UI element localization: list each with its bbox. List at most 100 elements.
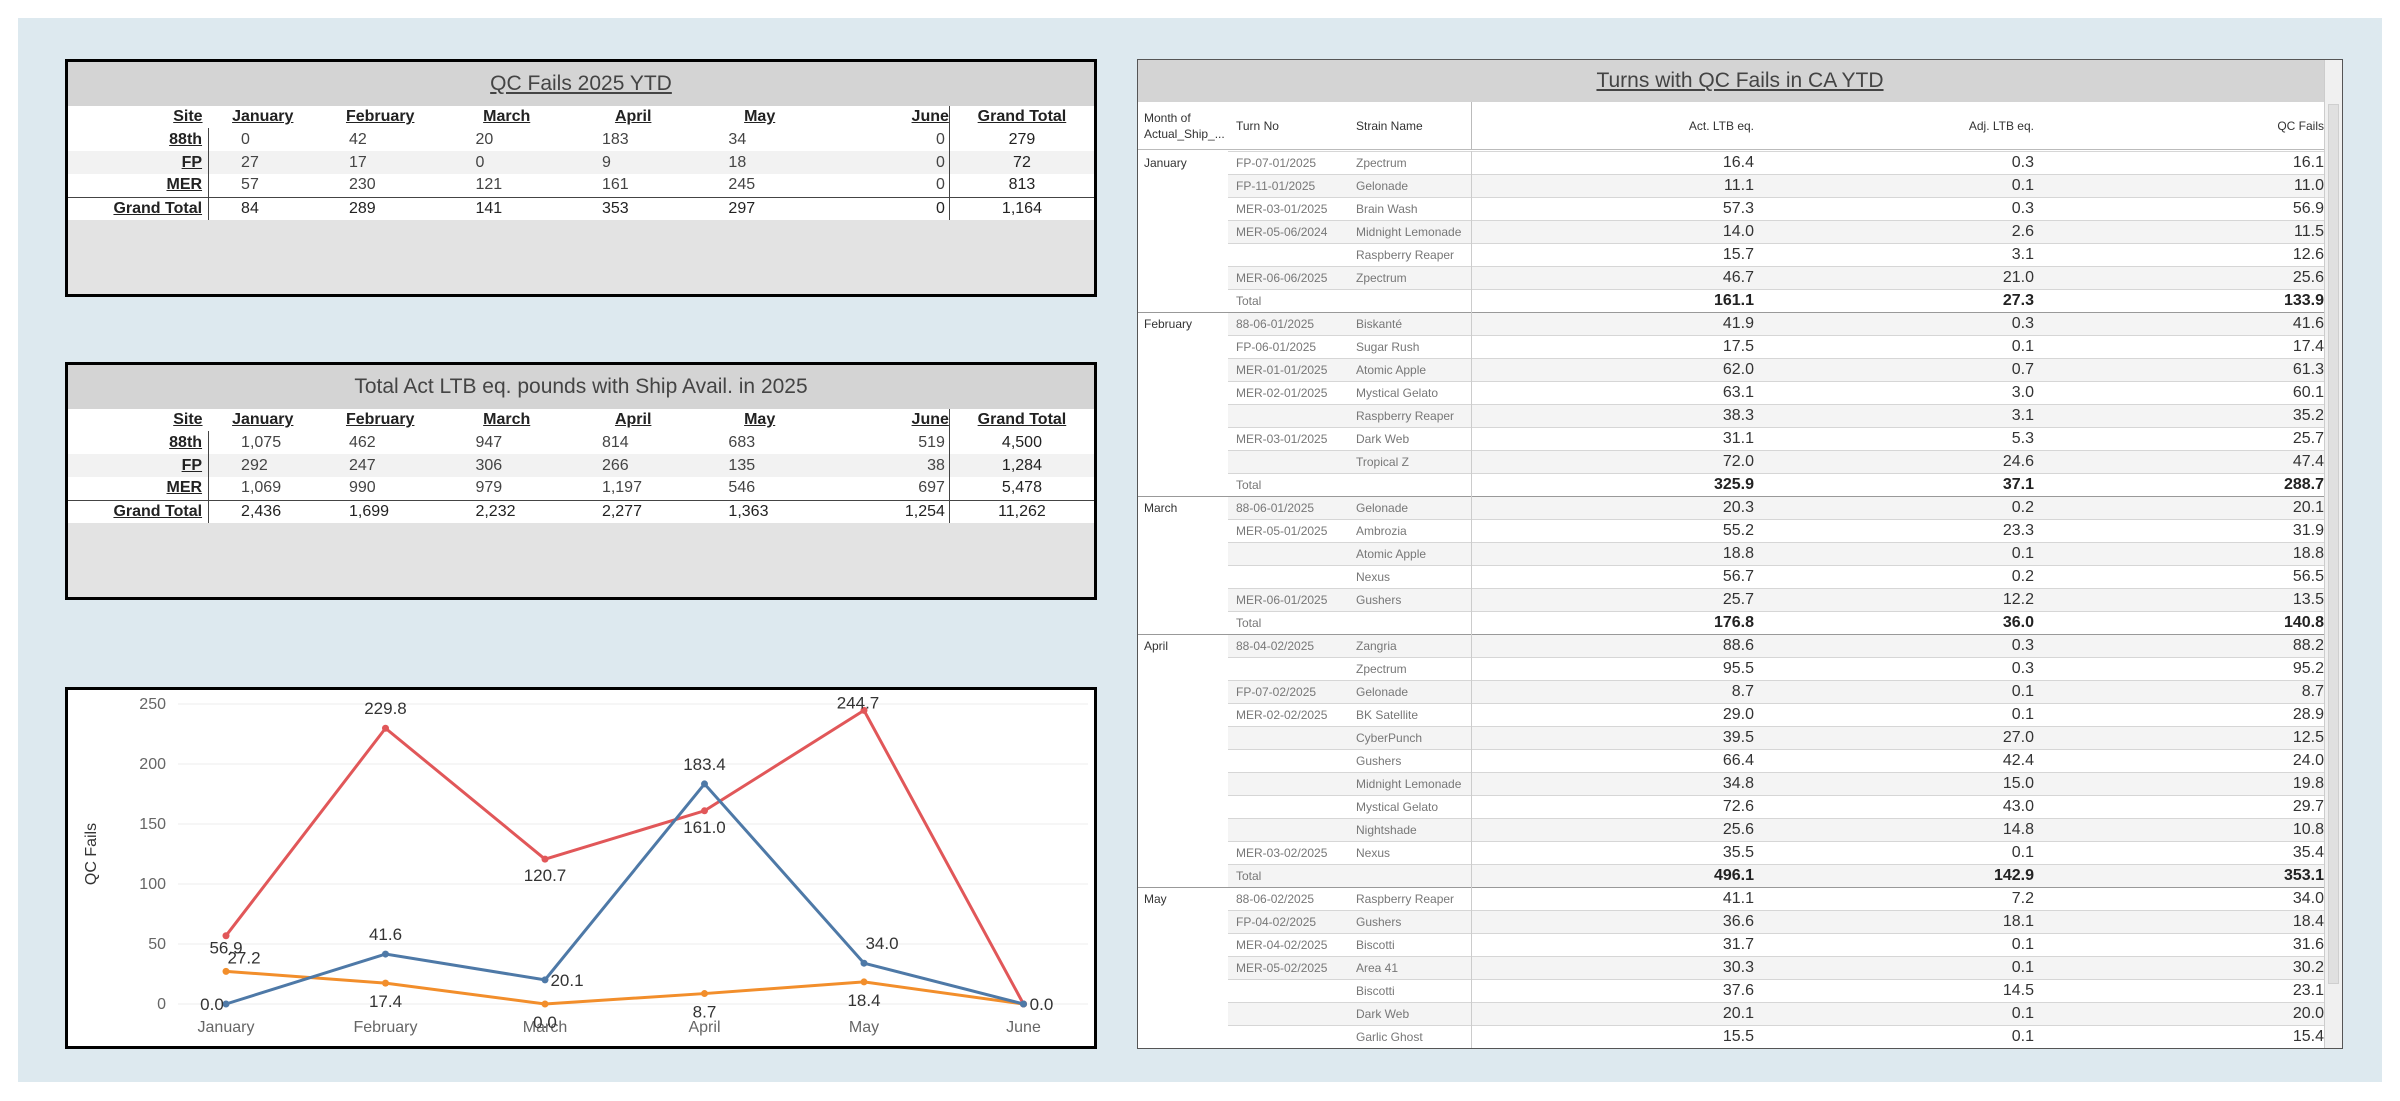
qc-cell[interactable]: 0 [823, 128, 949, 151]
turns-row[interactable]: Dark Web 20.1 0.1 20.0 [1138, 1002, 2326, 1025]
qc-cell[interactable]: 0 [822, 196, 950, 220]
turns-row[interactable]: March 88-06-01/2025 Gelonade 20.3 0.2 20.1 [1138, 496, 2326, 519]
ltb-cell[interactable]: 1,363 [696, 499, 823, 523]
turns-row[interactable]: FP-06-01/2025 Sugar Rush 17.5 0.1 17.4 [1138, 335, 2326, 358]
month-header[interactable]: Month of Actual_Ship_... [1144, 102, 1228, 150]
qc-cell[interactable]: 0 [822, 151, 950, 174]
qc-grand-total-cell[interactable]: 279 [948, 128, 1094, 151]
qc-site-label[interactable]: MER [68, 174, 210, 197]
turns-row[interactable]: Garlic Ghost 15.5 0.1 15.4 [1138, 1025, 2326, 1048]
ltb-cell[interactable]: 135 [696, 454, 823, 477]
ltb-cell[interactable]: 1,254 [822, 499, 950, 523]
qc-cell[interactable]: 0 [823, 174, 949, 197]
ltb-cell[interactable]: 2,277 [569, 499, 697, 523]
qc-site-label[interactable]: 88th [68, 128, 210, 151]
qc-cell[interactable]: 297 [696, 196, 823, 220]
turns-row[interactable]: MER-05-06/2024 Midnight Lemonade 14.0 2.6 11… [1138, 220, 2326, 243]
qc-cell[interactable]: 0 [443, 151, 570, 174]
qc-cell[interactable]: 245 [696, 174, 822, 197]
scrollbar-thumb[interactable] [2328, 104, 2339, 984]
qc-col-header[interactable]: March [443, 106, 569, 128]
qc-grand-total-cell[interactable]: 72 [948, 151, 1094, 174]
turns-row[interactable]: MER-04-02/2025 Biscotti 31.7 0.1 31.6 [1138, 933, 2326, 956]
qc-site-label[interactable]: Grand Total [68, 196, 210, 220]
ltb-grand-total-cell[interactable]: 4,500 [948, 431, 1094, 454]
ltb-col-header[interactable]: Grand Total [948, 409, 1094, 431]
turns-row[interactable]: Zpectrum 95.5 0.3 95.2 [1138, 657, 2326, 680]
ltb-col-header[interactable]: May [696, 409, 822, 431]
turns-row[interactable]: FP-11-01/2025 Gelonade 11.1 0.1 11.0 [1138, 174, 2326, 197]
qc-cell[interactable]: 183 [570, 128, 696, 151]
turns-row[interactable]: February 88-06-01/2025 Biskanté 41.9 0.3 41.6 [1138, 312, 2326, 335]
qc-col-header[interactable]: April [570, 106, 696, 128]
turns-row[interactable]: April 88-04-02/2025 Zangria 88.6 0.3 88.2 [1138, 634, 2326, 657]
qc-cell[interactable]: 42 [317, 128, 443, 151]
vertical-scrollbar[interactable] [2324, 60, 2342, 1048]
ltb-grand-total-cell[interactable]: 1,284 [948, 454, 1094, 477]
ltb-site-label[interactable]: 88th [68, 431, 210, 454]
qc-col-header[interactable]: Site [68, 106, 209, 128]
ltb-col-header[interactable]: June [823, 409, 949, 431]
turns-total-row[interactable]: Total 496.1 142.9 353.1 [1138, 864, 2326, 887]
qc-cell[interactable]: 161 [570, 174, 696, 197]
ltb-site-label[interactable]: FP [68, 454, 210, 477]
ltb-cell[interactable]: 292 [208, 454, 317, 477]
ltb-col-header[interactable]: Site [68, 409, 209, 431]
turns-row[interactable]: MER-03-01/2025 Dark Web 31.1 5.3 25.7 [1138, 427, 2326, 450]
ltb-cell[interactable]: 306 [443, 454, 570, 477]
turns-row[interactable]: MER-03-02/2025 Nexus 35.5 0.1 35.4 [1138, 841, 2326, 864]
qc-cell[interactable]: 0 [209, 128, 317, 151]
ltb-cell[interactable]: 683 [696, 431, 822, 454]
turns-row[interactable]: Raspberry Reaper 15.7 3.1 12.6 [1138, 243, 2326, 266]
ltb-col-header[interactable]: February [317, 409, 443, 431]
qc-col-header[interactable]: May [696, 106, 822, 128]
turns-row[interactable]: MER-03-01/2025 Brain Wash 57.3 0.3 56.9 [1138, 197, 2326, 220]
ltb-cell[interactable]: 2,436 [208, 499, 317, 523]
turns-row[interactable]: Nightshade 25.6 14.8 10.8 [1138, 818, 2326, 841]
qc-cell[interactable]: 27 [208, 151, 317, 174]
ltb-col-header[interactable]: April [570, 409, 696, 431]
ltb-cell[interactable]: 38 [822, 454, 950, 477]
qc-site-label[interactable]: FP [68, 151, 210, 174]
ltb-cell[interactable]: 697 [823, 477, 949, 500]
turns-row[interactable]: January FP-07-01/2025 Zpectrum 16.4 0.3 16.1 [1138, 151, 2326, 174]
turns-row[interactable]: MER-02-02/2025 BK Satellite 29.0 0.1 28.9 [1138, 703, 2326, 726]
ltb-cell[interactable]: 462 [317, 431, 443, 454]
ltb-cell[interactable]: 266 [569, 454, 697, 477]
qc-col-header[interactable]: June [823, 106, 949, 128]
strain-header[interactable]: Strain Name [1356, 102, 1423, 150]
turns-row[interactable]: Midnight Lemonade 34.8 15.0 19.8 [1138, 772, 2326, 795]
act-ltb-header[interactable]: Act. LTB eq. [1689, 102, 1754, 150]
qc-cell[interactable]: 57 [209, 174, 317, 197]
turns-row[interactable]: MER-01-01/2025 Atomic Apple 62.0 0.7 61.3 [1138, 358, 2326, 381]
ltb-cell[interactable]: 1,197 [570, 477, 696, 500]
turns-row[interactable]: Tropical Z 72.0 24.6 47.4 [1138, 450, 2326, 473]
ltb-cell[interactable]: 990 [317, 477, 443, 500]
qc-cell[interactable]: 141 [443, 196, 570, 220]
qc-cell[interactable]: 289 [316, 196, 444, 220]
qc-cell[interactable]: 34 [696, 128, 822, 151]
ltb-cell[interactable]: 519 [823, 431, 949, 454]
ltb-cell[interactable]: 979 [443, 477, 569, 500]
qc-cell[interactable]: 230 [317, 174, 443, 197]
qc-col-header[interactable]: January [209, 106, 317, 128]
ltb-cell[interactable]: 2,232 [443, 499, 570, 523]
qc-fails-header[interactable]: QC Fails [2277, 102, 2324, 150]
ltb-cell[interactable]: 546 [696, 477, 822, 500]
turns-row[interactable]: Biscotti 37.6 14.5 23.1 [1138, 979, 2326, 1002]
ltb-cell[interactable]: 947 [443, 431, 569, 454]
turns-row[interactable]: Raspberry Reaper 38.3 3.1 35.2 [1138, 404, 2326, 427]
turns-row[interactable]: Mystical Gelato 72.6 43.0 29.7 [1138, 795, 2326, 818]
qc-cell[interactable]: 84 [208, 196, 317, 220]
qc-grand-total-cell[interactable]: 813 [948, 174, 1094, 197]
qc-cell[interactable]: 20 [443, 128, 569, 151]
turns-total-row[interactable]: Total 325.9 37.1 288.7 [1138, 473, 2326, 496]
ltb-cell[interactable]: 1,075 [209, 431, 317, 454]
turns-row[interactable]: MER-05-02/2025 Area 41 30.3 0.1 30.2 [1138, 956, 2326, 979]
qc-grand-total-cell[interactable]: 1,164 [948, 196, 1094, 220]
ltb-cell[interactable]: 247 [316, 454, 444, 477]
turns-total-row[interactable]: Total 161.1 27.3 133.9 [1138, 289, 2326, 312]
qc-cell[interactable]: 353 [569, 196, 697, 220]
qc-col-header[interactable]: Grand Total [948, 106, 1094, 128]
qc-cell[interactable]: 121 [443, 174, 569, 197]
